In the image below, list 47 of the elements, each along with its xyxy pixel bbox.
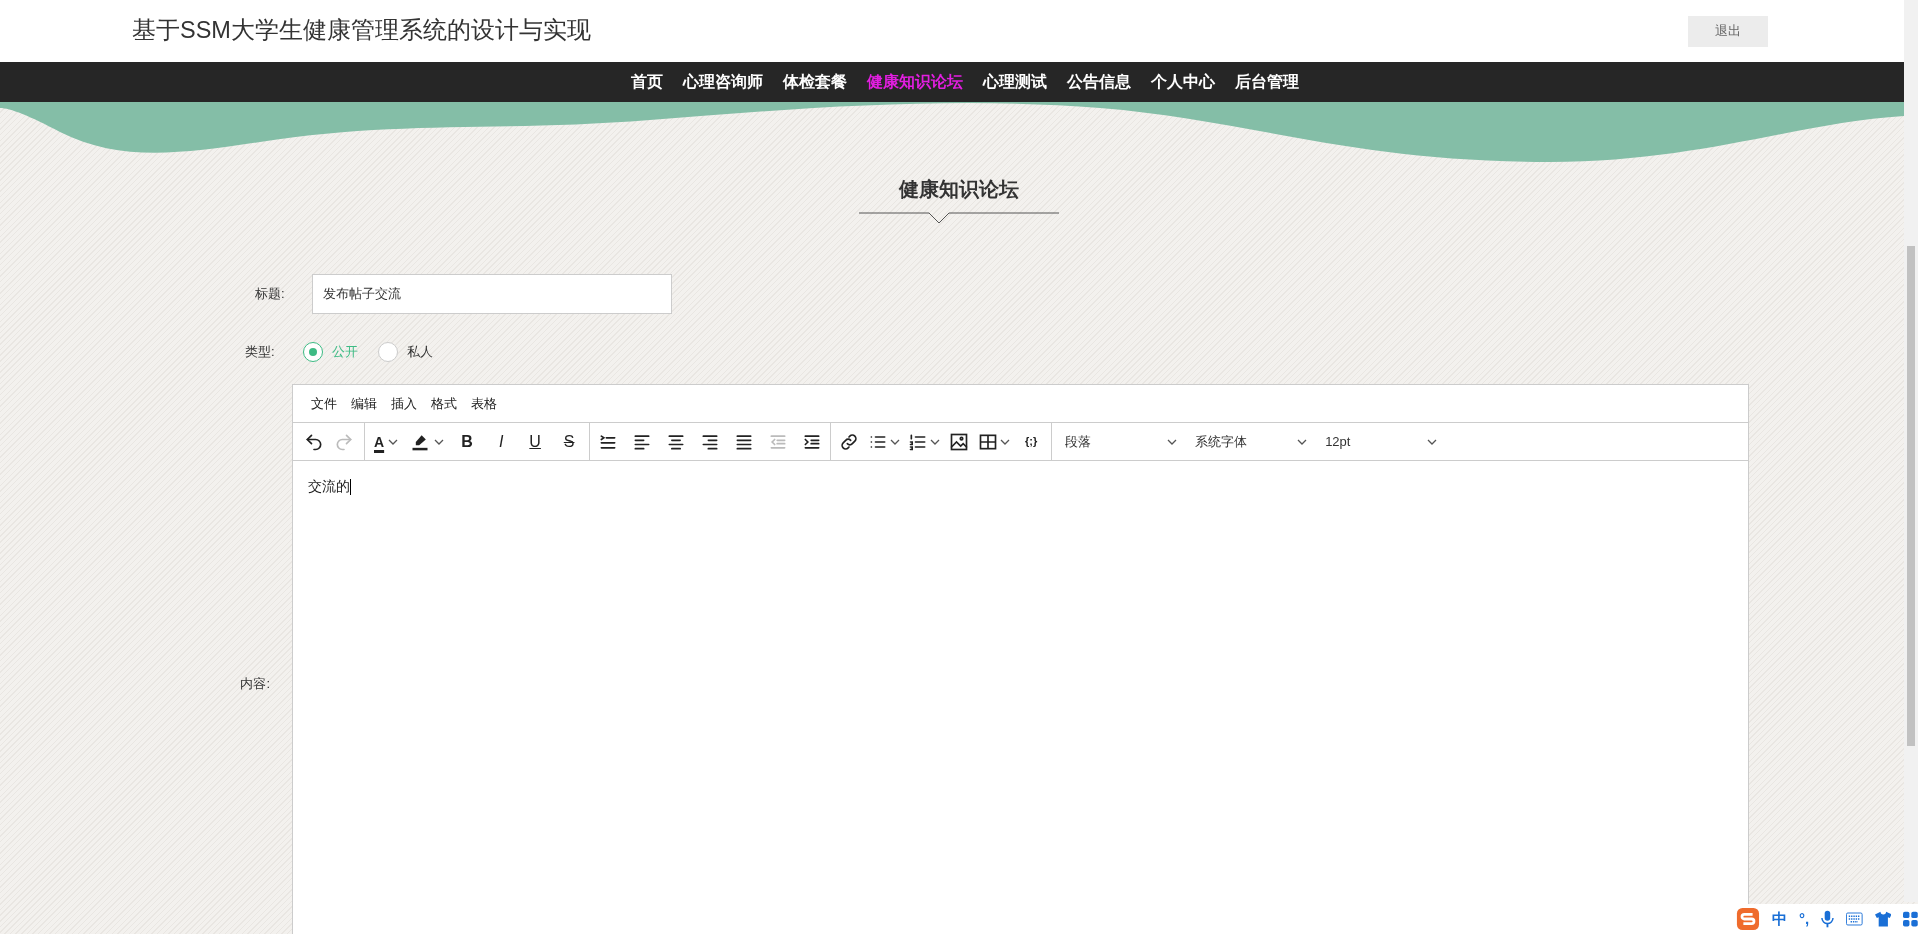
page-heading: 健康知识论坛 — [899, 177, 1019, 202]
caret-icon — [1000, 438, 1011, 445]
caret-icon — [388, 438, 399, 445]
toolbar-dropdown[interactable]: 12pt — [1317, 426, 1446, 457]
radio-button[interactable] — [378, 342, 398, 362]
editor-menu-item[interactable]: 表格 — [465, 393, 503, 414]
field-label: 标题: — [255, 285, 286, 304]
text-color-button[interactable]: A — [368, 426, 405, 457]
editor-menu-item[interactable]: 格式 — [425, 393, 463, 414]
grid-icon[interactable] — [1903, 911, 1918, 927]
toolbar-dropdown[interactable]: 系统字体 — [1187, 426, 1316, 457]
nav-link[interactable]: 首页 — [631, 70, 663, 94]
editor-menu-item[interactable]: 编辑 — [345, 393, 383, 414]
ime-punctuation[interactable]: °, — [1798, 907, 1810, 931]
caret-icon — [890, 438, 901, 445]
field-label: 类型: — [245, 343, 276, 362]
strikethrough-button[interactable]: S — [552, 426, 587, 457]
logout-button[interactable]: 退出 — [1688, 15, 1768, 47]
nav-link[interactable]: 心理咨询师 — [683, 70, 763, 94]
bold-button[interactable]: B — [450, 426, 485, 457]
editor-content[interactable]: 交流的 — [293, 461, 1748, 497]
nav-link[interactable]: 公告信息 — [1067, 70, 1131, 94]
title-input[interactable]: 发布帖子交流 — [312, 274, 672, 314]
toolbar-dropdown[interactable]: 段落 — [1057, 426, 1186, 457]
nav-link[interactable]: 个人中心 — [1151, 70, 1215, 94]
radio-label[interactable]: 私人 — [407, 342, 433, 362]
caret-icon — [930, 438, 941, 445]
editor-menu-item[interactable]: 插入 — [385, 393, 423, 414]
editor-menu-item[interactable]: 文件 — [305, 393, 343, 414]
code-sample-button[interactable]: {;} — [1014, 426, 1049, 457]
underline-button[interactable]: U — [518, 426, 553, 457]
nav-link[interactable]: 健康知识论坛 — [867, 70, 963, 94]
ime-language[interactable]: 中 — [1771, 907, 1787, 931]
field-label: 内容: — [240, 675, 270, 694]
caret-icon — [1297, 438, 1308, 445]
site-title: 基于SSM大学生健康管理系统的设计与实现 — [132, 16, 591, 46]
shirt-icon[interactable] — [1874, 911, 1892, 927]
caret-icon — [1167, 438, 1178, 445]
nav-link[interactable]: 心理测试 — [983, 70, 1047, 94]
nav-link[interactable]: 体检套餐 — [783, 70, 847, 94]
caret-icon — [434, 438, 445, 445]
keyboard-icon[interactable] — [1846, 912, 1863, 926]
microphone-icon[interactable] — [1821, 910, 1835, 928]
nav-link[interactable]: 后台管理 — [1235, 70, 1299, 94]
caret-icon — [1427, 438, 1438, 445]
italic-button[interactable]: I — [484, 426, 519, 457]
radio-button[interactable] — [303, 342, 323, 362]
